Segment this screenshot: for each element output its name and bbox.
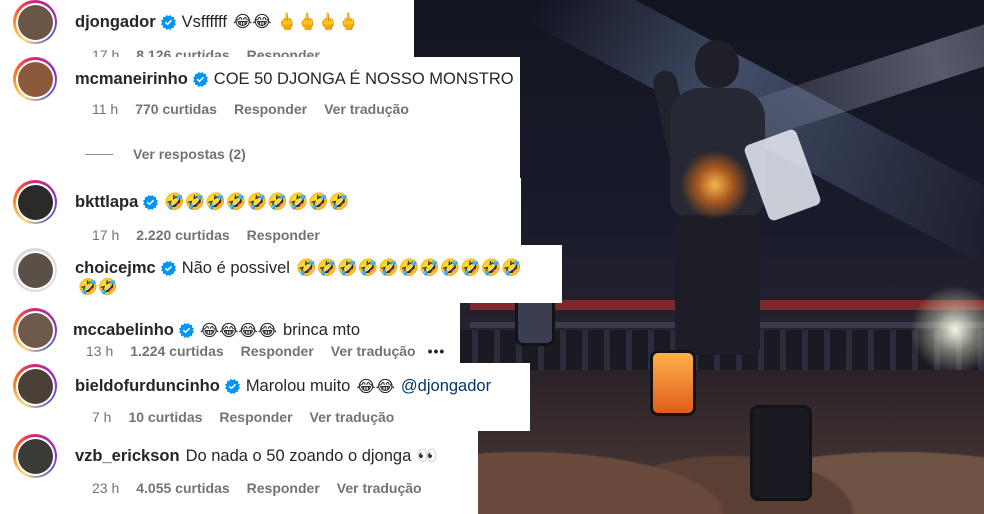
comment-time: 13 h xyxy=(86,343,114,359)
phone-screen xyxy=(650,350,696,416)
more-options-icon[interactable]: ••• xyxy=(428,343,446,359)
comment-emojis: 😂😂 xyxy=(356,376,395,396)
reply-button[interactable]: Responder xyxy=(247,227,320,243)
verified-icon xyxy=(161,261,176,276)
comment-emojis: 😂😂 🖕🖕🖕🖕 xyxy=(232,12,359,31)
username[interactable]: bieldofurduncinho xyxy=(75,377,220,396)
reply-button[interactable]: Responder xyxy=(219,409,292,425)
avatar[interactable] xyxy=(13,434,57,478)
translate-button[interactable]: Ver tradução xyxy=(310,409,395,425)
likes-count[interactable]: 4.055 curtidas xyxy=(136,480,229,496)
comment-text: brinca mto xyxy=(283,320,361,339)
comment-card: vzb_erickson Do nada o 50 zoando o djong… xyxy=(0,430,478,514)
avatar[interactable] xyxy=(13,57,57,101)
reply-button[interactable]: Responder xyxy=(241,343,314,359)
verified-icon xyxy=(161,15,176,30)
comment-text: Do nada o 50 zoando o djonga xyxy=(185,446,412,465)
username[interactable]: mcmaneirinho xyxy=(75,70,188,89)
avatar[interactable] xyxy=(13,248,57,292)
comment-time: 7 h xyxy=(92,409,112,425)
comment-emojis: 👀 xyxy=(417,446,438,465)
comment-text: Não é possivel xyxy=(181,258,290,277)
comment-card: mcmaneirinho COE 50 DJONGA É NOSSO MONST… xyxy=(0,57,520,187)
verified-icon xyxy=(179,323,194,338)
comment-time: 17 h xyxy=(92,227,120,243)
comment-card: mccabelinho 😂😂😂😂 brinca mto 13 h 1.224 c… xyxy=(0,302,460,364)
comment-emojis: 😂😂😂😂 xyxy=(199,320,277,340)
username[interactable]: djongador xyxy=(75,13,156,32)
view-replies-label[interactable]: Ver respostas (2) xyxy=(133,146,246,162)
username[interactable]: vzb_erickson xyxy=(75,447,180,466)
verified-icon xyxy=(225,379,240,394)
comment-card: bieldofurduncinho Marolou muito 😂😂 @djon… xyxy=(0,363,530,431)
translate-button[interactable]: Ver tradução xyxy=(324,101,409,117)
likes-count[interactable]: 2.220 curtidas xyxy=(136,227,229,243)
username[interactable]: mccabelinho xyxy=(73,321,174,340)
view-replies-button[interactable]: Ver respostas (2) xyxy=(85,146,520,162)
verified-icon xyxy=(193,72,208,87)
comment-card: bkttlapa 🤣🤣🤣🤣🤣🤣🤣🤣🤣 17 h 2.220 curtidas R… xyxy=(0,178,521,248)
likes-count[interactable]: 1.224 curtidas xyxy=(130,343,223,359)
reply-button[interactable]: Responder xyxy=(247,480,320,496)
avatar[interactable] xyxy=(13,180,57,224)
likes-count[interactable]: 770 curtidas xyxy=(135,101,217,117)
comment-time: 11 h xyxy=(92,101,119,117)
comment-time: 23 h xyxy=(92,480,120,496)
translate-button[interactable]: Ver tradução xyxy=(331,343,416,359)
avatar[interactable] xyxy=(13,308,57,352)
username[interactable]: choicejmc xyxy=(75,259,156,278)
phone-screen xyxy=(750,405,812,501)
comment-emojis-continued: 🤣🤣 xyxy=(78,277,118,296)
comment-emojis: 🤣🤣🤣🤣🤣🤣🤣🤣🤣 xyxy=(164,192,350,211)
flare-glow xyxy=(680,150,750,220)
likes-count[interactable]: 10 curtidas xyxy=(128,409,202,425)
avatar[interactable] xyxy=(13,364,57,408)
comment-card: choicejmc Não é possivel 🤣🤣🤣🤣🤣🤣🤣🤣🤣🤣🤣 🤣🤣 xyxy=(0,245,562,303)
mention-link[interactable]: @djongador xyxy=(401,377,491,396)
comment-emojis: 🤣🤣🤣🤣🤣🤣🤣🤣🤣🤣🤣 xyxy=(295,258,522,277)
verified-icon xyxy=(143,195,158,210)
username[interactable]: bkttlapa xyxy=(75,193,138,212)
translate-button[interactable]: Ver tradução xyxy=(337,480,422,496)
comment-text: Vsffffff xyxy=(181,12,227,31)
reply-button[interactable]: Responder xyxy=(234,101,307,117)
comment-text: Marolou muito xyxy=(245,376,351,395)
comment-text: COE 50 DJONGA É NOSSO MONSTRO xyxy=(213,69,514,88)
avatar[interactable] xyxy=(13,0,57,44)
